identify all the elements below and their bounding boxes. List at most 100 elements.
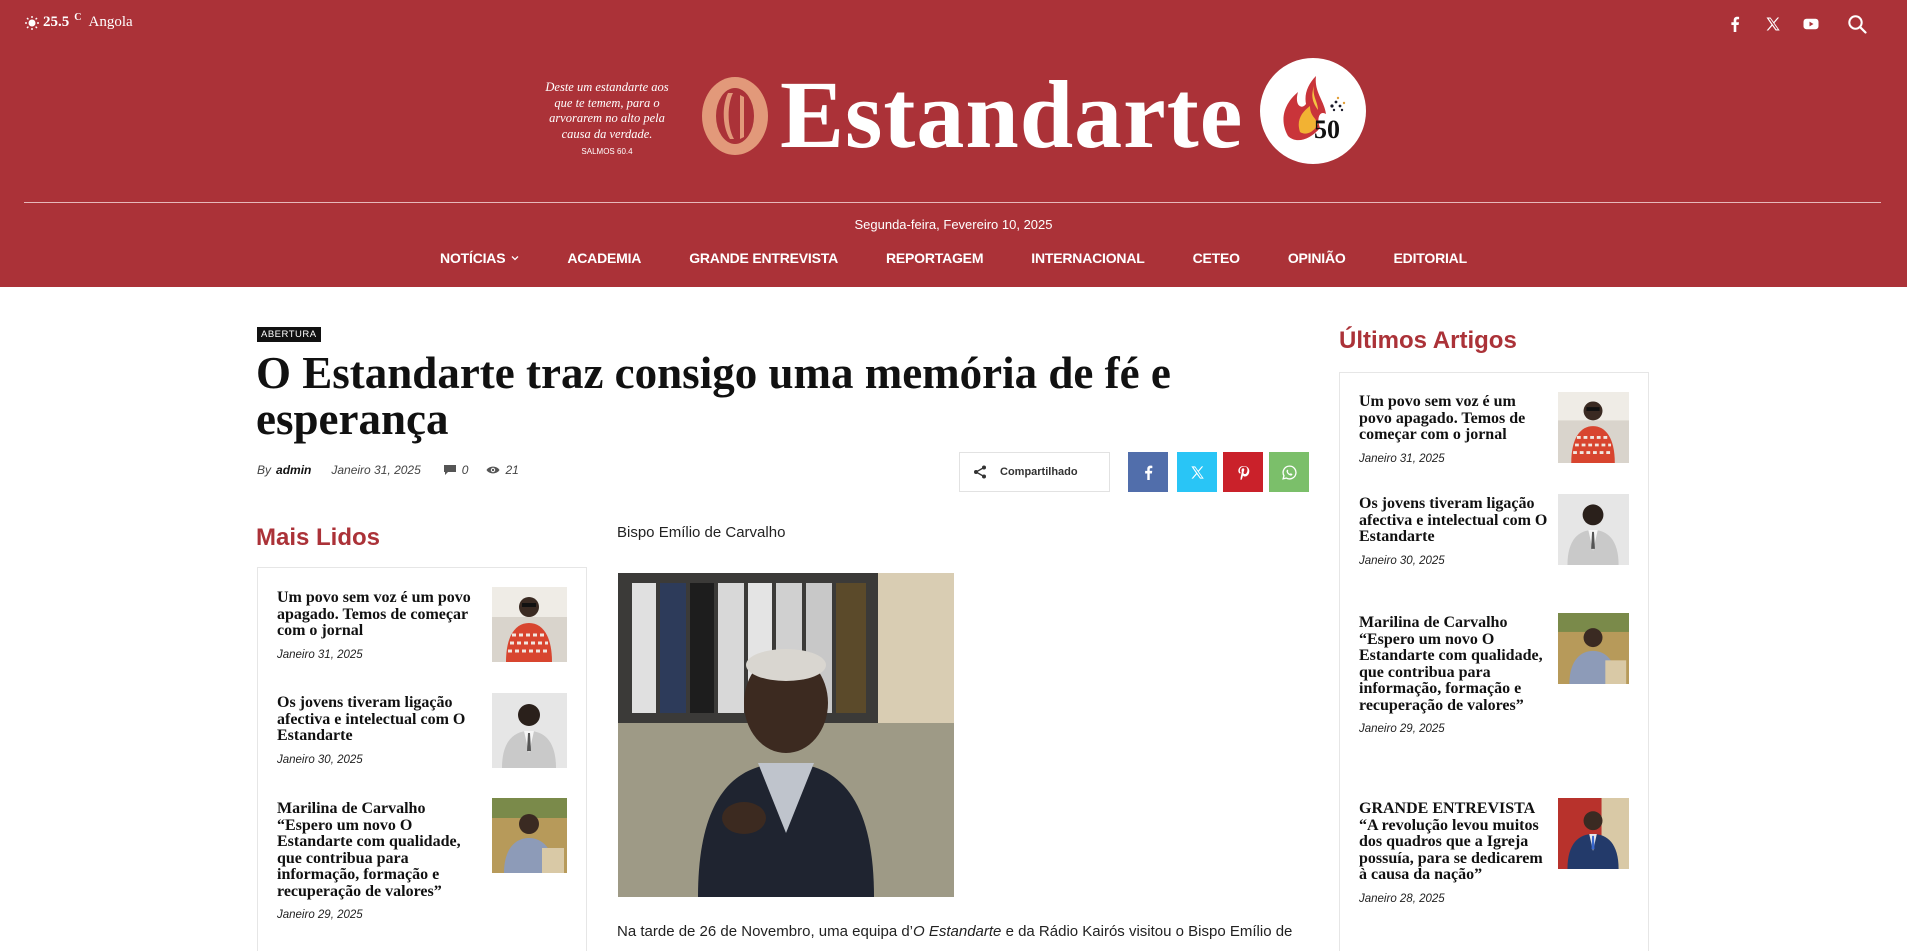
thumbnail-woman-sunglasses[interactable] xyxy=(492,587,567,662)
share-icon-wrap xyxy=(960,453,1000,491)
list-item[interactable]: Um povo sem voz é um povo apagado. Temos… xyxy=(277,589,477,661)
views-value: 21 xyxy=(505,463,519,477)
comments-value: 0 xyxy=(461,463,469,477)
chevron-down-icon xyxy=(511,256,519,261)
comment-icon xyxy=(443,465,456,475)
views-count: 21 xyxy=(486,463,519,477)
share-icon xyxy=(974,465,986,479)
portrait-image-icon xyxy=(492,587,567,662)
motto-text: Deste um estandarte aos que te temem, pa… xyxy=(545,80,669,141)
author-link[interactable]: admin xyxy=(276,463,311,477)
body-text-start: Na tarde de 26 de Novembro, uma equipa d… xyxy=(617,923,914,940)
thumbnail-young-man[interactable] xyxy=(492,693,567,768)
body-text-end: e da Rádio Kairós visitou o Bispo Emílio… xyxy=(1001,923,1293,940)
weather-widget: 25.5 C Angola xyxy=(24,12,133,31)
logo-o-emblem-icon[interactable] xyxy=(700,75,770,157)
list-item[interactable]: Os jovens tiveram ligação afectiva e int… xyxy=(277,694,477,766)
thumbnail-young-man[interactable] xyxy=(1558,494,1629,565)
list-item-date: Janeiro 31, 2025 xyxy=(1359,452,1445,465)
article-body: Na tarde de 26 de Novembro, uma equipa d… xyxy=(617,918,1307,945)
list-item-date: Janeiro 29, 2025 xyxy=(1359,723,1445,735)
portrait-image-icon xyxy=(1558,494,1629,565)
portrait-image-icon xyxy=(492,693,567,768)
photo-caption: Bispo Emílio de Carvalho xyxy=(617,524,786,541)
list-item-title[interactable]: Marilina de Carvalho “Espero um novo O E… xyxy=(277,800,477,900)
x-icon[interactable] xyxy=(1765,16,1781,32)
nav-item-ceteo[interactable]: CETEO xyxy=(1169,250,1264,266)
portrait-image-icon xyxy=(1558,798,1629,869)
thumbnail-woman-seated[interactable] xyxy=(492,798,567,873)
comments-count[interactable]: 0 xyxy=(443,463,469,477)
weather-unit: C xyxy=(74,12,82,23)
share-pinterest-button[interactable] xyxy=(1223,452,1263,492)
latest-articles-heading: Últimos Artigos xyxy=(1339,327,1517,354)
article-date: Janeiro 31, 2025 xyxy=(331,463,421,477)
facebook-icon xyxy=(1144,465,1152,480)
thumbnail-man-suit[interactable] xyxy=(1558,798,1629,869)
nav-item-reportagem[interactable]: REPORTAGEM xyxy=(862,250,1007,266)
share-whatsapp-button[interactable] xyxy=(1269,452,1309,492)
weather-location: Angola xyxy=(88,14,133,30)
share-toggle[interactable]: Compartilhado xyxy=(959,452,1110,492)
portrait-image-icon xyxy=(492,798,567,873)
site-logo[interactable]: Estandarte xyxy=(780,60,1243,170)
header-motto: Deste um estandarte aos que te temem, pa… xyxy=(538,80,676,160)
byline-prefix: By xyxy=(257,463,272,477)
badge-number: 50 xyxy=(1314,115,1340,144)
category-tag[interactable]: ABERTURA xyxy=(257,327,321,342)
list-item-date: Janeiro 30, 2025 xyxy=(1359,554,1445,567)
share-label: Compartilhado xyxy=(1000,466,1078,478)
motto-reference: SALMOS 60.4 xyxy=(581,147,633,156)
list-item[interactable]: GRANDE ENTREVISTA “A revolução levou mui… xyxy=(1359,800,1551,905)
list-item-title[interactable]: Um povo sem voz é um povo apagado. Temos… xyxy=(277,589,477,640)
list-item-title[interactable]: Os jovens tiveram ligação afectiva e int… xyxy=(277,694,477,745)
body-text-em: O Estandarte xyxy=(913,923,1002,940)
list-item-title[interactable]: Os jovens tiveram ligação afectiva e int… xyxy=(1359,495,1551,546)
list-item-date: Janeiro 31, 2025 xyxy=(277,648,363,661)
list-item-date: Janeiro 28, 2025 xyxy=(1359,892,1445,905)
thumbnail-woman-seated[interactable] xyxy=(1558,613,1629,684)
youtube-icon[interactable] xyxy=(1803,16,1819,32)
pinterest-icon xyxy=(1237,465,1249,480)
social-links xyxy=(1727,14,1867,34)
weather-sun-icon xyxy=(25,16,39,30)
list-item-date: Janeiro 30, 2025 xyxy=(277,753,363,766)
nav-item-opiniao[interactable]: OPINIÃO xyxy=(1264,250,1370,266)
list-item[interactable]: Um povo sem voz é um povo apagado. Temos… xyxy=(1359,393,1551,465)
nav-item-academia[interactable]: ACADEMIA xyxy=(543,250,665,266)
x-icon xyxy=(1190,465,1204,479)
list-item[interactable]: Marilina de Carvalho “Espero um novo O E… xyxy=(277,800,477,921)
nav-item-internacional[interactable]: INTERNACIONAL xyxy=(1007,250,1168,266)
site-header: 25.5 C Angola Deste um estandarte aos qu… xyxy=(0,0,1907,287)
header-divider xyxy=(24,202,1881,203)
thumbnail-woman-sunglasses[interactable] xyxy=(1558,392,1629,463)
anniversary-badge: 50 xyxy=(1260,58,1366,164)
photo-bishop-image-icon xyxy=(618,573,954,897)
portrait-image-icon xyxy=(1558,613,1629,684)
nav-item-editorial[interactable]: EDITORIAL xyxy=(1370,250,1491,266)
current-date: Segunda-feira, Fevereiro 10, 2025 xyxy=(854,217,1053,232)
anniversary-flame-icon: 50 xyxy=(1283,76,1346,144)
portrait-image-icon xyxy=(1558,392,1629,463)
list-item-title[interactable]: Um povo sem voz é um povo apagado. Temos… xyxy=(1359,393,1551,444)
list-item[interactable]: Marilina de Carvalho “Espero um novo O E… xyxy=(1359,614,1551,735)
share-x-button[interactable] xyxy=(1177,452,1217,492)
list-item-title[interactable]: GRANDE ENTREVISTA “A revolução levou mui… xyxy=(1359,800,1551,884)
main-nav: NOTÍCIAS ACADEMIA GRANDE ENTREVISTA REPO… xyxy=(0,250,1907,266)
list-item-title[interactable]: Marilina de Carvalho “Espero um novo O E… xyxy=(1359,614,1551,714)
most-read-heading: Mais Lidos xyxy=(256,524,381,551)
article-meta: By admin Janeiro 31, 2025 0 21 xyxy=(257,463,537,477)
share-facebook-button[interactable] xyxy=(1128,452,1168,492)
search-icon[interactable] xyxy=(1847,14,1867,34)
nav-item-grande-entrevista[interactable]: GRANDE ENTREVISTA xyxy=(665,250,862,266)
whatsapp-icon xyxy=(1281,464,1297,480)
list-item[interactable]: Os jovens tiveram ligação afectiva e int… xyxy=(1359,495,1551,567)
article-title: O Estandarte traz consigo uma memória de… xyxy=(256,348,1171,444)
eye-icon xyxy=(486,466,500,474)
article-photo xyxy=(618,573,954,897)
weather-temperature: 25.5 xyxy=(43,14,70,30)
nav-label: NOTÍCIAS xyxy=(440,250,506,266)
facebook-icon[interactable] xyxy=(1727,16,1743,32)
nav-item-noticias[interactable]: NOTÍCIAS xyxy=(416,250,543,266)
list-item-date: Janeiro 29, 2025 xyxy=(277,909,363,921)
